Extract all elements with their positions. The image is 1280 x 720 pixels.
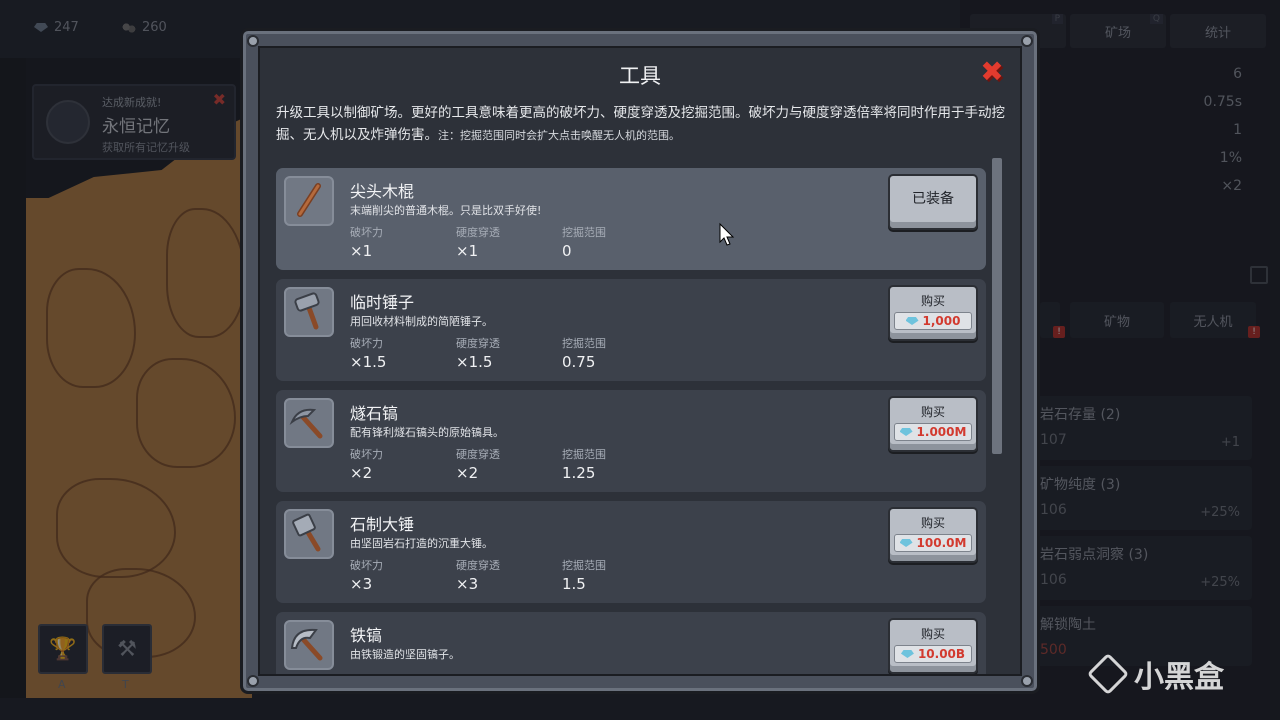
buy-button[interactable]: 购买 1.000M — [888, 396, 978, 452]
gem-icon — [900, 650, 914, 658]
tool-desc: 配有锋利燧石镐头的原始镐具。 — [350, 426, 504, 439]
pierce-value: ×3 — [456, 575, 479, 593]
bolt-icon — [247, 675, 259, 687]
power-stat: 破坏力 ×2 — [350, 446, 450, 482]
watermark-logo-icon — [1086, 652, 1130, 696]
tool-name: 尖头木棍 — [350, 182, 415, 201]
tool-name: 石制大锤 — [350, 515, 415, 534]
buy-label: 购买 — [920, 627, 945, 641]
modal-title: 工具 — [619, 64, 661, 88]
range-stat: 挖掘范围 1.5 — [562, 557, 662, 593]
range-stat: 挖掘范围 1.25 — [562, 446, 662, 482]
pierce-value: ×2 — [456, 464, 479, 482]
range-stat: 挖掘范围 0 — [562, 224, 662, 260]
range-value: 1.5 — [562, 575, 586, 593]
pierce-stat: 硬度穿透 ×1 — [456, 224, 556, 260]
close-icon[interactable]: ✖ — [978, 58, 1006, 86]
watermark: 小黑盒 — [1086, 652, 1224, 696]
scrollbar[interactable] — [992, 158, 1002, 454]
tool-card[interactable]: 铁镐 由铁锻造的坚固镐子。 购买 10.00B — [276, 612, 986, 674]
price-value: 100.0M — [916, 536, 967, 550]
price-tag: 1,000 — [894, 312, 972, 330]
tool-card[interactable]: 尖头木棍 末端削尖的普通木棍。只是比双手好使! 破坏力 ×1 硬度穿透 ×1 挖掘范… — [276, 168, 986, 270]
pierce-value: ×1.5 — [456, 353, 493, 371]
tool-name: 铁镐 — [350, 626, 383, 645]
mouse-cursor-icon — [719, 222, 735, 246]
gem-icon — [899, 428, 913, 436]
pierce-value: ×1 — [456, 242, 479, 260]
price-value: 10.00B — [917, 647, 966, 661]
makeshift-hammer-icon — [284, 287, 334, 337]
power-stat: 破坏力 ×1.5 — [350, 335, 450, 371]
tool-desc: 末端削尖的普通木棍。只是比双手好使! — [350, 204, 542, 217]
tool-desc: 由铁锻造的坚固镐子。 — [350, 648, 460, 661]
stone-sledgehammer-icon — [284, 509, 334, 559]
tool-name: 燧石镐 — [350, 404, 399, 423]
price-value: 1,000 — [922, 314, 961, 328]
power-value: ×1.5 — [350, 353, 387, 371]
tool-desc: 由坚固岩石打造的沉重大锤。 — [350, 537, 493, 550]
buy-label: 购买 — [920, 294, 945, 308]
range-stat: 挖掘范围 0.75 — [562, 335, 662, 371]
gem-icon — [905, 317, 919, 325]
pierce-stat: 硬度穿透 ×3 — [456, 557, 556, 593]
range-value: 1.25 — [562, 464, 596, 482]
power-value: ×2 — [350, 464, 373, 482]
buy-label: 购买 — [920, 405, 945, 419]
power-stat: 破坏力 ×1 — [350, 224, 450, 260]
price-tag: 1.000M — [894, 423, 972, 441]
tool-desc: 用回收材料制成的简陋锤子。 — [350, 315, 493, 328]
iron-pickaxe-icon — [284, 620, 334, 670]
buy-label: 购买 — [920, 516, 945, 530]
buy-button[interactable]: 购买 10.00B — [888, 618, 978, 674]
tool-card[interactable]: 石制大锤 由坚固岩石打造的沉重大锤。 破坏力 ×3 硬度穿透 ×3 挖掘范围 1.5 … — [276, 501, 986, 603]
tool-name: 临时锤子 — [350, 293, 415, 312]
tool-card[interactable]: 临时锤子 用回收材料制成的简陋锤子。 破坏力 ×1.5 硬度穿透 ×1.5 挖掘范围… — [276, 279, 986, 381]
price-tag: 10.00B — [894, 645, 972, 663]
buy-button[interactable]: 购买 100.0M — [888, 507, 978, 563]
bolt-icon — [1021, 675, 1033, 687]
flint-pickaxe-icon — [284, 398, 334, 448]
tools-modal: 工具 ✖ 升级工具以制御矿场。更好的工具意味着更高的破坏力、硬度穿透及挖掘范围。… — [258, 46, 1022, 676]
stick-icon — [284, 176, 334, 226]
tool-card[interactable]: 燧石镐 配有锋利燧石镐头的原始镐具。 破坏力 ×2 硬度穿透 ×2 挖掘范围 1.25… — [276, 390, 986, 492]
range-value: 0 — [562, 242, 572, 260]
modal-description: 升级工具以制御矿场。更好的工具意味着更高的破坏力、硬度穿透及挖掘范围。破坏力与硬… — [276, 102, 1006, 147]
buy-button[interactable]: 购买 1,000 — [888, 285, 978, 341]
power-value: ×1 — [350, 242, 373, 260]
description-note: 注：挖掘范围同时会扩大点击唤醒无人机的范围。 — [438, 129, 680, 142]
price-tag: 100.0M — [894, 534, 972, 552]
watermark-text: 小黑盒 — [1134, 660, 1224, 695]
gem-icon — [899, 539, 913, 547]
pierce-stat: 硬度穿透 ×2 — [456, 446, 556, 482]
equipped-button[interactable]: 已装备 — [888, 174, 978, 230]
range-value: 0.75 — [562, 353, 596, 371]
power-stat: 破坏力 ×3 — [350, 557, 450, 593]
pierce-stat: 硬度穿透 ×1.5 — [456, 335, 556, 371]
price-value: 1.000M — [916, 425, 967, 439]
bolt-icon — [1021, 35, 1033, 47]
power-value: ×3 — [350, 575, 373, 593]
